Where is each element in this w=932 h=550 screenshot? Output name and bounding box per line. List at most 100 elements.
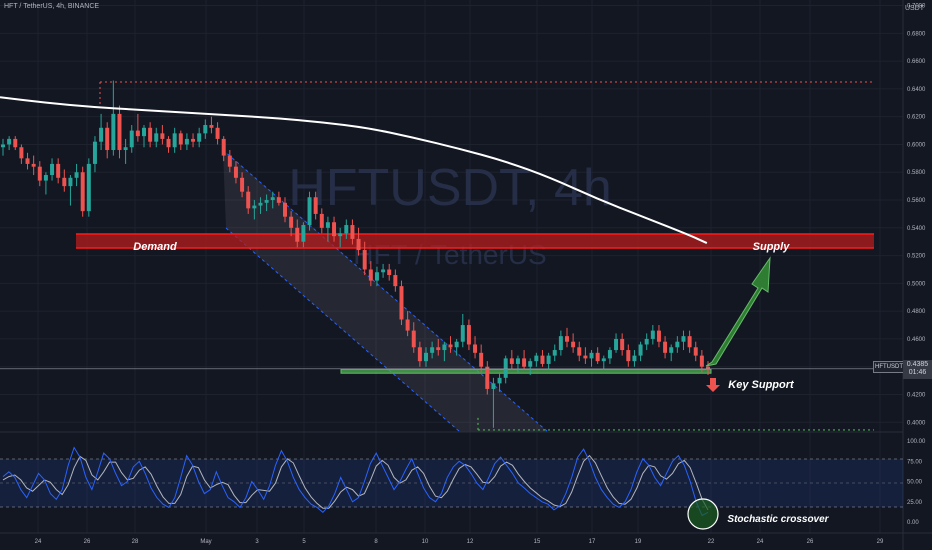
candle-body [644, 338, 649, 345]
candle-body [509, 358, 514, 364]
candle-body [607, 350, 612, 359]
price-tag-countdown: 01:46 [908, 369, 927, 376]
price-tick-label: 0.4800 [907, 309, 926, 315]
candle-body [289, 216, 294, 228]
candle-body [699, 355, 704, 367]
candle-body [197, 133, 202, 142]
candle-body [56, 163, 61, 178]
price-tick-label: 0.5800 [907, 170, 926, 176]
candle-body [154, 133, 159, 142]
candle-body [522, 358, 527, 367]
candle-body [546, 355, 551, 364]
candle-body [301, 225, 306, 242]
candle-body [669, 347, 674, 353]
price-tick-label: 0.4000 [907, 420, 926, 426]
candle-body [583, 355, 588, 359]
candle-body [43, 175, 48, 181]
candle-body [233, 166, 238, 178]
price-tick-label: 0.6800 [907, 31, 926, 37]
candle-body [393, 275, 398, 287]
candle-body [374, 272, 379, 281]
candle-body [25, 158, 30, 164]
candle-body [37, 166, 42, 181]
candle-body [601, 358, 606, 362]
candle-body [62, 177, 67, 187]
candle-body [283, 202, 287, 217]
candle-body [448, 344, 453, 348]
time-tick-label: 29 [877, 539, 884, 545]
time-tick-label: 19 [635, 539, 642, 545]
candle-body [209, 125, 214, 128]
candle-body [160, 133, 165, 139]
candle-body [430, 347, 435, 353]
chart-canvas[interactable]: HFTUSDT, 4h HFT / TetherUS Demand Supply… [0, 0, 932, 550]
candle-body [74, 172, 79, 178]
price-tick-label: 0.4200 [907, 392, 926, 398]
candle-body [693, 347, 698, 356]
candle-body [142, 127, 146, 137]
candle-body [656, 330, 661, 342]
candle-body [460, 325, 465, 342]
candle-body [497, 377, 502, 384]
support-zone[interactable] [340, 368, 712, 374]
candle-body [466, 325, 471, 345]
chart-title: HFT / TetherUS, 4h, BINANCE [4, 3, 100, 10]
candle-body [650, 330, 655, 339]
oscillator-tick-label: 75.00 [907, 459, 923, 465]
time-tick-label: 17 [589, 539, 596, 545]
candle-body [362, 250, 367, 270]
candle-body [264, 200, 269, 203]
candle-body [99, 127, 104, 142]
candle-body [172, 133, 177, 148]
price-tick-label: 0.5400 [907, 226, 926, 232]
candle-body [540, 355, 545, 364]
candle-body [436, 347, 441, 351]
candle-body [485, 366, 490, 389]
time-tick-label: 26 [84, 539, 91, 545]
demand-label: Demand [133, 241, 177, 253]
candle-body [571, 341, 576, 348]
candle-body [387, 269, 392, 276]
candle-body [405, 319, 410, 331]
candle-body [252, 205, 257, 209]
candle-body [424, 352, 428, 362]
candle-body [442, 344, 447, 351]
price-tick-label: 0.5600 [907, 198, 926, 204]
price-tick-label: 0.4600 [907, 337, 926, 343]
candle-body [7, 138, 12, 145]
candle-body [620, 338, 625, 351]
candle-body [479, 352, 484, 367]
candle-body [270, 197, 275, 201]
candle-body [411, 330, 416, 348]
price-tick-label: 0.6600 [907, 59, 926, 65]
candle-body [595, 352, 600, 362]
time-tick-label: 24 [35, 539, 42, 545]
candle-body [117, 113, 122, 151]
candle-body [178, 133, 183, 145]
time-tick-label: 28 [132, 539, 139, 545]
candle-body [191, 138, 196, 142]
candle-body [313, 197, 318, 214]
candle-body [258, 202, 263, 206]
candle-body [681, 336, 686, 342]
oscillator-tick-label: 25.00 [907, 500, 923, 506]
candle-body [565, 336, 569, 342]
time-tick-label: 15 [534, 539, 541, 545]
candle-body [240, 177, 245, 192]
candle-body [105, 127, 110, 151]
candle-body [68, 177, 73, 187]
price-tick-label: 0.5000 [907, 281, 926, 287]
candle-body [50, 163, 55, 176]
oscillator-tick-label: 100.00 [907, 439, 926, 445]
candle-body [534, 355, 539, 362]
time-tick-label: 24 [757, 539, 764, 545]
candle-body [86, 163, 91, 212]
candle-body [552, 350, 557, 356]
candle-body [344, 225, 349, 234]
time-tick-label: 26 [807, 539, 814, 545]
candle-body [675, 341, 680, 348]
candle-body [338, 233, 343, 237]
candle-body [614, 338, 619, 351]
candle-body [663, 341, 668, 353]
candle-body [356, 238, 361, 251]
